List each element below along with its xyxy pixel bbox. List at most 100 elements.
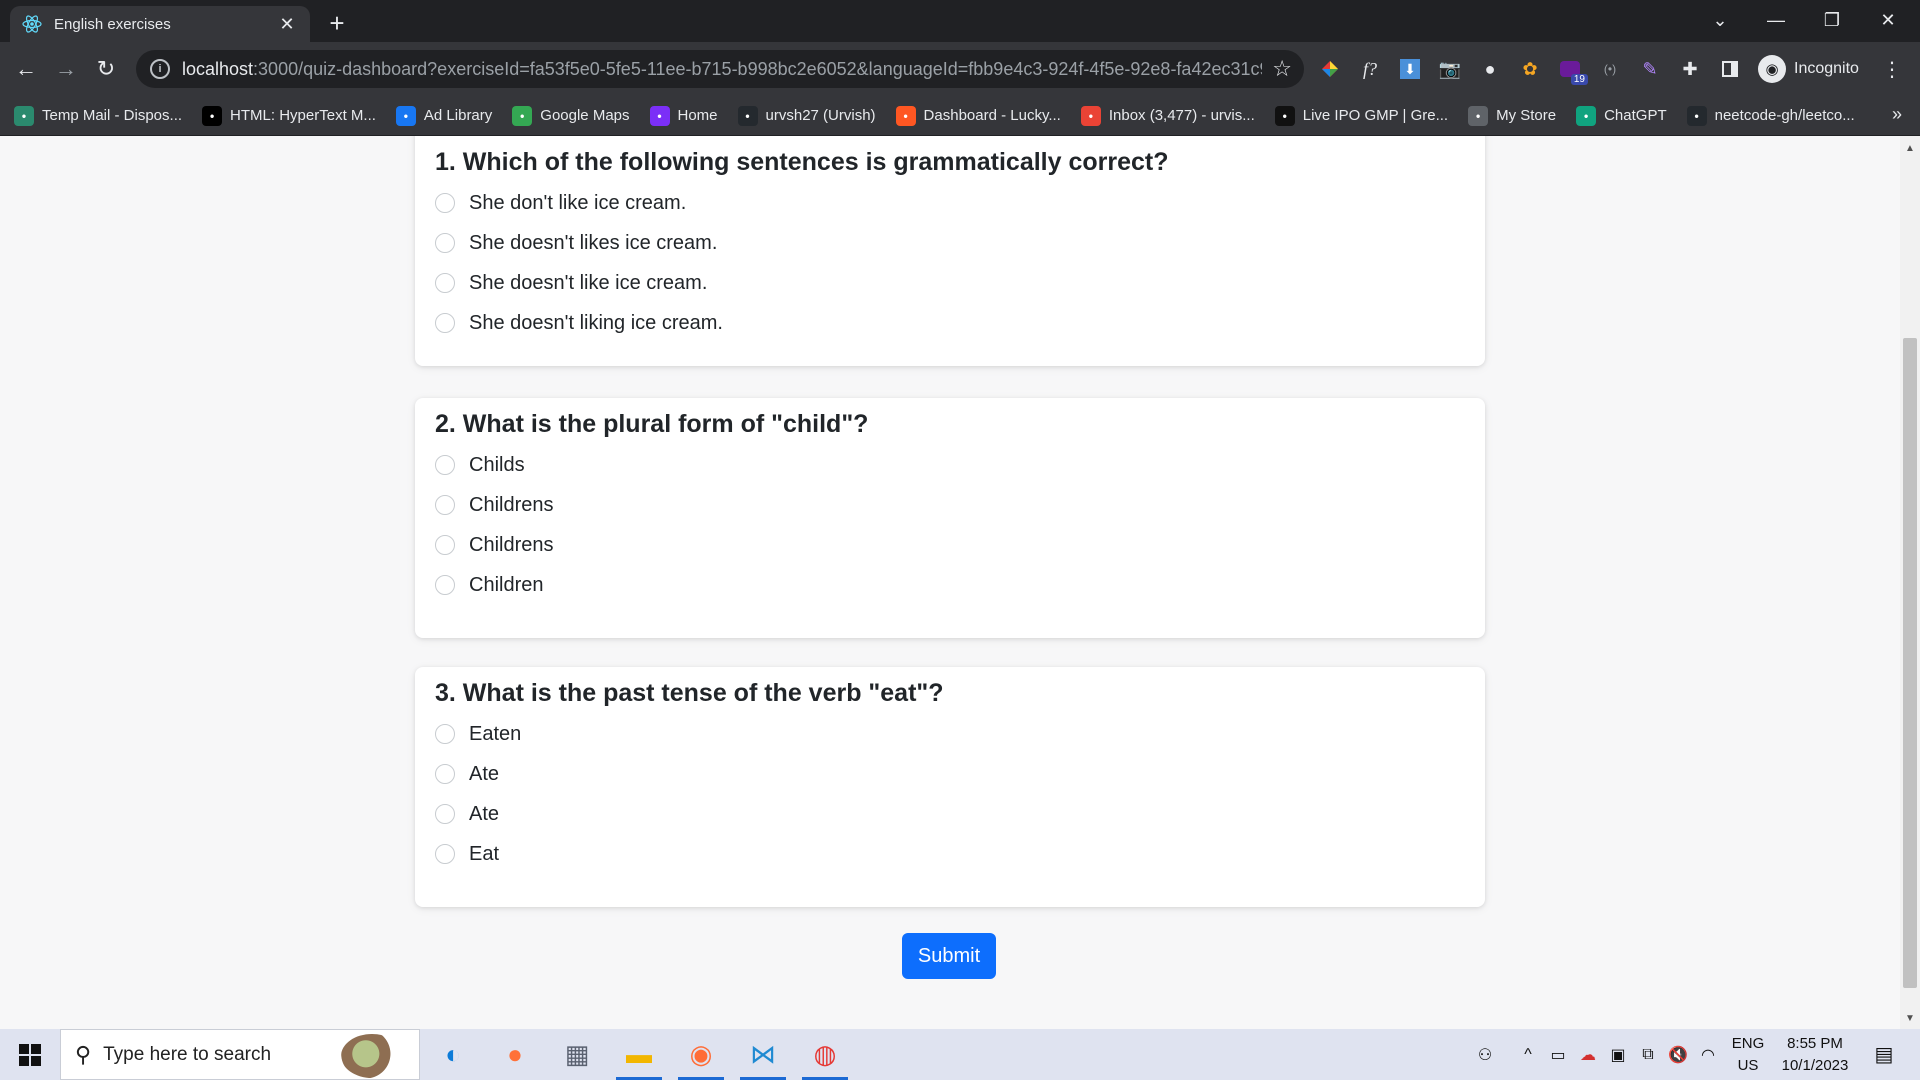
- side-panel-icon[interactable]: [1716, 55, 1744, 83]
- minimize-button[interactable]: —: [1748, 0, 1804, 40]
- radio-button[interactable]: [435, 273, 455, 293]
- radio-button[interactable]: [435, 844, 455, 864]
- purple-extension-icon[interactable]: 19: [1556, 55, 1588, 85]
- chatgpt-icon: •: [1576, 105, 1597, 126]
- windows-start-button[interactable]: [0, 1029, 60, 1080]
- wifi-icon[interactable]: ◠: [1694, 1029, 1722, 1080]
- answer-option-label: Eat: [469, 842, 500, 865]
- download-extension-icon[interactable]: ⬇: [1396, 55, 1424, 83]
- battery-icon[interactable]: ▭: [1544, 1029, 1572, 1080]
- color-picker-extension-icon[interactable]: [1316, 55, 1344, 83]
- question-card: 1. Which of the following sentences is g…: [415, 136, 1485, 366]
- bookmark-item[interactable]: • HTML: HyperText M...: [202, 105, 376, 126]
- reload-button[interactable]: ↻: [90, 53, 122, 85]
- answer-option[interactable]: Ate: [435, 754, 1465, 794]
- font-finder-extension-icon[interactable]: f?: [1356, 55, 1384, 83]
- taskbar-clock[interactable]: 8:55 PM 10/1/2023: [1770, 1033, 1860, 1077]
- volume-muted-icon[interactable]: 🔇: [1664, 1029, 1692, 1080]
- home-site-icon: •: [649, 105, 670, 126]
- onedrive-icon[interactable]: ☁: [1574, 1029, 1602, 1080]
- address-bar[interactable]: i localhost:3000/quiz-dashboard?exercise…: [136, 50, 1304, 88]
- bookmark-item[interactable]: • ChatGPT: [1576, 105, 1667, 126]
- site-info-icon[interactable]: i: [150, 59, 170, 79]
- bookmark-item[interactable]: • My Store: [1468, 105, 1556, 126]
- chrome-icon[interactable]: ◍: [796, 1029, 854, 1080]
- people-icon[interactable]: ⚇: [1470, 1029, 1500, 1080]
- answer-option[interactable]: Childrens: [435, 485, 1465, 525]
- restore-button[interactable]: ❐: [1804, 0, 1860, 40]
- forward-button[interactable]: →: [50, 53, 82, 85]
- clock-time: 8:55 PM: [1787, 1035, 1843, 1052]
- answer-option[interactable]: Children: [435, 565, 1465, 605]
- bookmark-item[interactable]: • Live IPO GMP | Gre...: [1274, 105, 1448, 126]
- taskbar-search-box[interactable]: ⚲ Type here to search: [60, 1029, 420, 1080]
- answer-option[interactable]: She don't like ice cream.: [435, 183, 1465, 223]
- radio-button[interactable]: [435, 313, 455, 333]
- radio-button[interactable]: [435, 495, 455, 515]
- answer-option[interactable]: She doesn't likes ice cream.: [435, 223, 1465, 263]
- answer-option[interactable]: Childrens: [435, 525, 1465, 565]
- extensions-puzzle-icon[interactable]: ✚: [1676, 55, 1704, 83]
- submit-button[interactable]: Submit: [902, 933, 996, 979]
- meet-now-icon[interactable]: ▣: [1604, 1029, 1632, 1080]
- bookmark-item[interactable]: • Dashboard - Lucky...: [895, 105, 1061, 126]
- scrollbar-thumb[interactable]: [1903, 338, 1917, 988]
- back-button[interactable]: ←: [10, 53, 42, 85]
- radio-button[interactable]: [435, 535, 455, 555]
- calculator-icon[interactable]: ▦: [548, 1029, 606, 1080]
- postman-icon[interactable]: ◉: [672, 1029, 730, 1080]
- clock-date: 10/1/2023: [1781, 1057, 1849, 1074]
- answer-option[interactable]: She doesn't liking ice cream.: [435, 303, 1465, 343]
- camera-extension-icon[interactable]: 📷: [1436, 55, 1464, 83]
- region-code: US: [1737, 1057, 1759, 1074]
- radio-button[interactable]: [435, 575, 455, 595]
- answer-option[interactable]: Childs: [435, 445, 1465, 485]
- file-explorer-icon[interactable]: ▬: [610, 1029, 668, 1080]
- device-icon[interactable]: ⧉: [1634, 1029, 1662, 1080]
- new-tab-button[interactable]: +: [322, 8, 352, 38]
- bookmark-item[interactable]: • Inbox (3,477) - urvis...: [1080, 105, 1255, 126]
- meta-icon: •: [395, 105, 416, 126]
- answer-option-label: Ate: [469, 762, 500, 785]
- answer-option[interactable]: Eaten: [435, 714, 1465, 754]
- ghost-extension-icon[interactable]: ●: [1476, 55, 1504, 83]
- scroll-up-arrow-icon[interactable]: ▲: [1900, 140, 1920, 156]
- answer-option[interactable]: Eat: [435, 834, 1465, 874]
- edge-browser-icon[interactable]: ◐: [424, 1029, 482, 1080]
- close-window-button[interactable]: ✕: [1860, 0, 1916, 40]
- bookmark-item[interactable]: • urvsh27 (Urvish): [737, 105, 876, 126]
- tab-english-exercises[interactable]: English exercises ✕: [10, 6, 310, 42]
- bookmark-item[interactable]: • Home: [649, 105, 718, 126]
- radio-button[interactable]: [435, 455, 455, 475]
- menu-kebab-icon[interactable]: ⋮: [1878, 55, 1906, 83]
- bookmark-star-icon[interactable]: ☆: [1272, 56, 1292, 82]
- bookmark-item[interactable]: • Temp Mail - Dispos...: [14, 105, 182, 126]
- scroll-down-arrow-icon[interactable]: ▼: [1900, 1010, 1920, 1026]
- vscode-icon[interactable]: ⋈: [734, 1029, 792, 1080]
- more-bookmarks-chevron-icon[interactable]: »: [1892, 104, 1902, 125]
- bookmark-item[interactable]: • Ad Library: [395, 105, 493, 126]
- radio-button[interactable]: [435, 233, 455, 253]
- radio-button[interactable]: [435, 724, 455, 744]
- incognito-profile-button[interactable]: ◉ Incognito: [1754, 52, 1866, 86]
- tab-search-icon[interactable]: ⌄: [1692, 0, 1748, 40]
- browser-titlebar: English exercises ✕ + ⌄ — ❐ ✕: [0, 0, 1920, 42]
- feather-extension-icon[interactable]: ✎: [1636, 55, 1664, 83]
- bookmark-item[interactable]: • neetcode-gh/leetco...: [1686, 105, 1855, 126]
- close-tab-icon[interactable]: ✕: [276, 13, 298, 35]
- broadcast-extension-icon[interactable]: (•): [1596, 55, 1624, 83]
- bookmark-label: Ad Library: [423, 107, 493, 124]
- answer-option[interactable]: She doesn't like ice cream.: [435, 263, 1465, 303]
- gmail-icon: •: [1080, 105, 1101, 126]
- input-language[interactable]: ENG US: [1726, 1033, 1770, 1077]
- bookmark-item[interactable]: • Google Maps: [512, 105, 630, 126]
- radio-button[interactable]: [435, 804, 455, 824]
- react-icon: [22, 14, 42, 34]
- radio-button[interactable]: [435, 764, 455, 784]
- radio-button[interactable]: [435, 193, 455, 213]
- show-hidden-icons-chevron-icon[interactable]: ^: [1514, 1029, 1542, 1080]
- cookie-extension-icon[interactable]: ✿: [1516, 55, 1544, 83]
- answer-option[interactable]: Ate: [435, 794, 1465, 834]
- firefox-icon[interactable]: ●: [486, 1029, 544, 1080]
- notifications-icon[interactable]: ▤: [1864, 1029, 1904, 1080]
